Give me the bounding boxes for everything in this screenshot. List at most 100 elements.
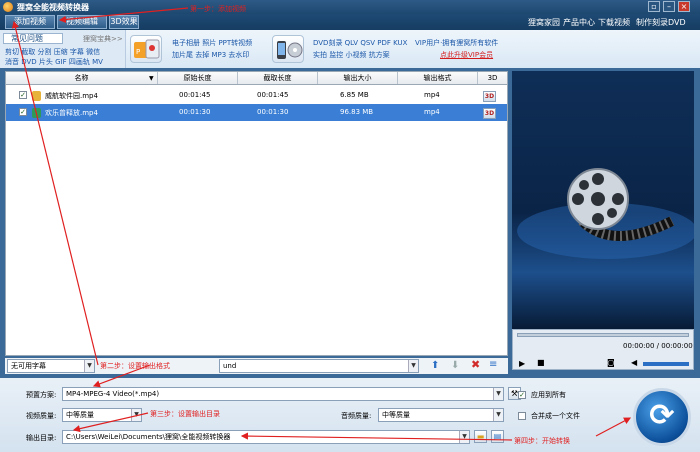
audio-track-select[interactable]: und ▼ [219,359,419,373]
merge-label: 合并成一个文件 [531,412,580,420]
video-quality-select[interactable]: 中等质量 ▼ [62,408,142,422]
settings-panel: 预置方案: MP4-MPEG-4 Video(*.mp4) ▼ ⚒ ✓ 应用到所… [0,378,700,452]
top-link-home[interactable]: 狸窝家园 [528,17,560,28]
3d-icon[interactable]: 3D [483,108,496,119]
video-preview [512,71,697,329]
row-cut: 00:01:30 [257,108,289,116]
preset-label: 预置方案: [26,391,57,399]
keywords-line-1[interactable]: 剪切 截取 分割 压缩 字幕 微信 [5,47,100,57]
vip-upgrade-link[interactable]: 点此升级VIP会员 [440,50,493,60]
video-quality-value: 中等质量 [66,411,94,419]
output-dir-label: 输出目录: [26,434,57,442]
col-name[interactable]: 名称 [6,72,158,84]
photo-ppt-icon: P [130,35,162,63]
keywords-c-line-2[interactable]: 实拍 监控 小视频 抗方案 [313,50,390,60]
note-step4: 第四步：开始转换 [514,437,570,445]
video-file-icon [32,108,41,118]
file-list-header: 名称 ▼ 原始长度 截取长度 输出大小 输出格式 3D [5,71,508,85]
row-checkbox[interactable]: ✓ [19,108,27,116]
title-bar: 狸窝全能视频转换器 ▫ – × [0,0,700,14]
tab-guide-link[interactable]: 狸窝宝典>> [83,34,123,44]
move-down-icon[interactable]: ⬇ [451,360,459,371]
move-up-icon[interactable]: ⬆ [431,360,439,371]
stop-icon[interactable]: ■ [537,358,545,367]
top-link-download[interactable]: 下载视频 [598,17,630,28]
audio-quality-value: 中等质量 [382,411,410,419]
restore-button[interactable]: ▫ [648,1,660,12]
video-file-icon [32,91,41,101]
subtitle-audio-bar: 无可用字幕 ▼ und ▼ ⬆ ⬇ ✖ ≡ [5,358,508,374]
subtitle-value: 无可用字幕 [11,362,46,370]
col-orig-length[interactable]: 原始长度 [158,72,238,84]
row-name: 欢乐曾释放.mp4 [45,109,98,117]
chevron-down-icon: ▼ [493,409,503,421]
row-cut: 00:01:45 [257,91,289,99]
open-folder-icon[interactable]: ▤ [491,430,504,443]
top-link-products[interactable]: 产品中心 [563,17,595,28]
vip-text: VIP用户·拥有狸窝所有软件 [415,39,499,47]
row-checkbox[interactable]: ✓ [19,91,27,99]
sort-arrow-icon: ▼ [149,75,154,82]
browse-folder-icon[interactable]: ▬ [474,430,487,443]
row-size: 96.83 MB [340,108,374,116]
table-row[interactable]: ✓ 欢乐曾释放.mp4 00:01:30 00:01:30 96.83 MB m… [6,104,507,121]
row-size: 6.85 MB [340,91,369,99]
play-icon[interactable]: ▶ [519,359,525,368]
output-dir-value: C:\Users\WeiLei\Documents\狸窝\全能视频转换器 [66,433,231,441]
time-readout: 00:00:00 / 00:00:00 [623,342,693,350]
chevron-down-icon: ▼ [408,360,418,372]
clear-icon[interactable]: ≡ [489,359,497,370]
app-title: 狸窝全能视频转换器 [17,3,89,12]
close-button[interactable]: × [678,1,690,12]
film-reel-icon [517,168,697,259]
note-step1: 第一步：添加视频 [190,5,246,13]
chevron-down-icon: ▼ [493,388,503,400]
feature-strip: 常见问题 狸窝宝典>> 剪切 截取 分割 压缩 字幕 微信 消音 DVD 片头 … [0,30,700,68]
col-cut-length[interactable]: 截取长度 [238,72,318,84]
row-format: mp4 [424,108,440,116]
apply-all-label: 应用到所有 [531,391,566,399]
row-format: mp4 [424,91,440,99]
row-orig: 00:01:30 [179,108,211,116]
apply-all-checkbox[interactable]: ✓ [518,391,526,399]
row-name: 威航软件园.mp4 [45,92,98,100]
edit-video-button[interactable]: 视频编辑 [57,15,107,29]
subtitle-select[interactable]: 无可用字幕 ▼ [7,359,95,373]
output-dir-input[interactable]: C:\Users\WeiLei\Documents\狸窝\全能视频转换器 ▼ [62,430,470,444]
volume-slider[interactable] [643,362,689,366]
audio-track-value: und [223,362,237,370]
audio-quality-select[interactable]: 中等质量 ▼ [378,408,504,422]
row-orig: 00:01:45 [179,91,211,99]
keywords-line-2[interactable]: 消音 DVD 片头 GIF 四画轨 MV [5,57,103,67]
preset-value: MP4-MPEG-4 Video(*.mp4) [66,390,160,398]
seek-bar[interactable] [517,333,689,337]
audio-quality-label: 音频质量: [341,412,372,420]
convert-button[interactable]: ⟳ [633,388,691,446]
preset-select[interactable]: MP4-MPEG-4 Video(*.mp4) ▼ [62,387,504,401]
player-controls: 00:00:00 / 00:00:00 ▶ ■ ◙ ◀ [512,329,694,370]
keywords-b-line-2[interactable]: 加片尾 去掉 MP3 去水印 [172,50,249,60]
keywords-b-line-1[interactable]: 电子相册 照片 PPT转视频 [172,38,252,48]
effects-3d-button[interactable]: 3D效果 [109,15,139,29]
top-link-dvd[interactable]: 制作刻录DVD [636,17,686,28]
delete-icon[interactable]: ✖ [471,358,480,371]
svg-text:P: P [136,48,140,56]
app-logo-icon [3,2,13,12]
add-video-button[interactable]: 添加视频 [5,15,55,29]
col-output-format[interactable]: 输出格式 [398,72,478,84]
volume-icon[interactable]: ◀ [631,358,637,367]
note-step2: 第二步：设置输出格式 [100,362,170,370]
tab-faq[interactable]: 常见问题 [3,33,63,44]
keywords-c-line-1[interactable]: DVD刻录 QLV QSV PDF KUX [313,38,407,48]
table-row[interactable]: ✓ 威航软件园.mp4 00:01:45 00:01:45 6.85 MB mp… [6,87,507,104]
col-3d[interactable]: 3D [478,72,507,84]
dvd-phone-icon [272,35,304,63]
snapshot-icon[interactable]: ◙ [607,358,615,367]
toolbar: 添加视频 视频编辑 3D效果 狸窝家园 产品中心 下载视频 制作刻录DVD [0,14,700,30]
chevron-down-icon: ▼ [459,431,469,443]
3d-icon[interactable]: 3D [483,91,496,102]
col-output-size[interactable]: 输出大小 [318,72,398,84]
faq-tabs: 常见问题 狸窝宝典>> 剪切 截取 分割 压缩 字幕 微信 消音 DVD 片头 … [0,30,126,68]
merge-checkbox[interactable] [518,412,526,420]
minimize-button[interactable]: – [663,1,675,12]
